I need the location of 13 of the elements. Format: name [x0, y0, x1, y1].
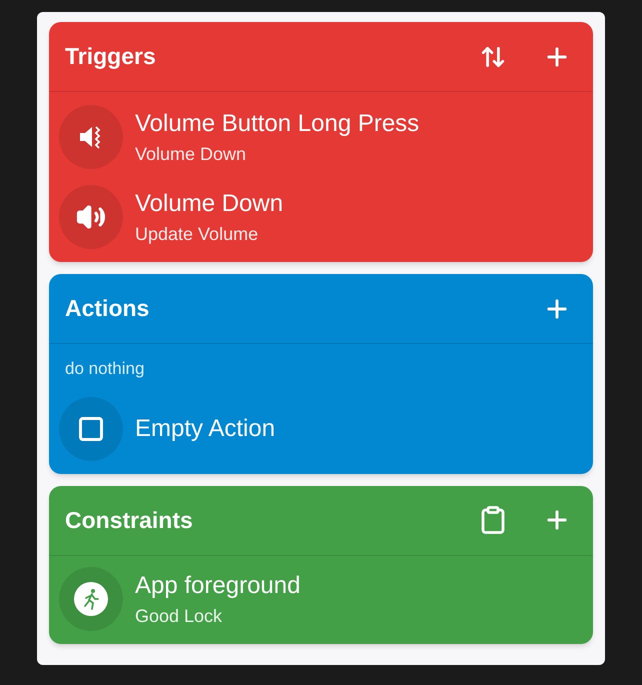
- item-subtitle: Update Volume: [135, 224, 260, 244]
- item-title: Volume Down: [135, 190, 284, 218]
- section-title: Triggers: [65, 42, 157, 72]
- running-person-icon: [74, 582, 108, 616]
- item-subtitle: Volume Down: [135, 144, 248, 164]
- section-note: do nothing: [64, 358, 146, 380]
- item-title: Volume Button Long Press: [135, 110, 420, 138]
- item-subtitle: Good Lock: [135, 606, 224, 626]
- square-icon: [77, 414, 105, 442]
- item-title: Empty Action: [135, 414, 276, 442]
- item-title: App foreground: [135, 572, 300, 600]
- section-title: Constraints: [65, 506, 194, 535]
- section-title: Actions: [65, 294, 150, 324]
